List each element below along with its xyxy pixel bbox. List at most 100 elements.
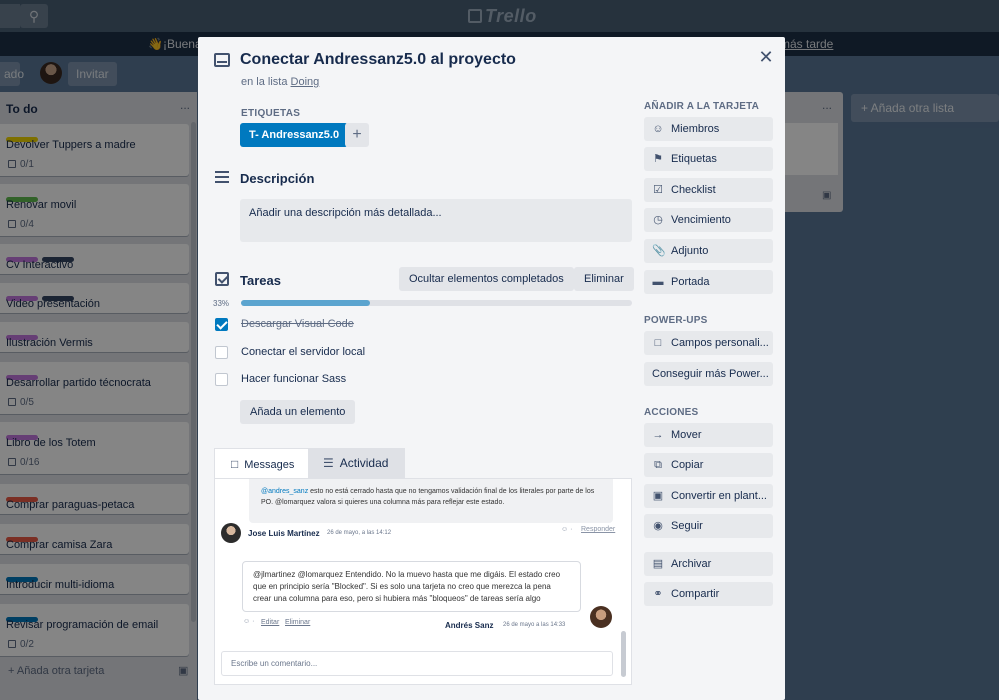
card-detail-modal: ✕ Conectar Andressanz5.0 al proyecto en … <box>198 37 785 700</box>
sidebar-button-mover[interactable]: → Mover <box>644 423 773 447</box>
progress-bar-fill <box>241 300 371 306</box>
copy-icon: ⧉ <box>654 459 662 471</box>
sidebar-button-label: Compartir <box>671 588 720 600</box>
description-input[interactable]: Añadir una descripción más detallada... <box>240 199 632 242</box>
sidebar-button-label: Portada <box>671 276 710 288</box>
sidebar-button-vencimiento[interactable]: ◷ Vencimiento <box>644 208 773 232</box>
card-list-location: en la lista Doing <box>241 76 319 88</box>
tab-messages[interactable]: □ Messages <box>214 448 309 478</box>
card-title[interactable]: Conectar Andressanz5.0 al proyecto <box>240 51 516 69</box>
add-label-button[interactable]: + <box>345 123 369 147</box>
description-icon <box>215 171 229 186</box>
add-to-card-heading: AÑADIR A LA TARJETA <box>644 101 760 112</box>
sidebar-button-seguir[interactable]: ◉ Seguir <box>644 514 773 538</box>
tag-icon: ⚑ <box>653 153 663 165</box>
comments-scrollbar[interactable] <box>621 631 626 677</box>
checklist-checkbox[interactable] <box>215 346 228 359</box>
comment-text: esto no está cerrado hasta que no tengam… <box>261 488 595 506</box>
person-icon: ☺ <box>652 123 664 135</box>
tab-activity[interactable]: ☰ Actividad <box>309 448 405 478</box>
template-icon: ▣ <box>652 490 664 502</box>
sidebar-button-miembros[interactable]: ☺ Miembros <box>644 117 773 141</box>
eye-icon: ◉ <box>653 520 663 532</box>
sidebar-button-etiquetas[interactable]: ⚑ Etiquetas <box>644 147 773 171</box>
comment-author: Jose Luis Martínez <box>248 529 320 538</box>
sidebar-button-adjunto[interactable]: 📎 Adjunto <box>644 239 773 263</box>
card-icon <box>214 53 230 67</box>
checklist-item-text[interactable]: Conectar el servidor local <box>241 346 365 358</box>
progress-bar <box>241 300 632 306</box>
checklist-item[interactable]: Descargar Visual Code <box>215 316 515 334</box>
avatar <box>221 523 241 543</box>
hide-completed-button[interactable]: Ocultar elementos completados <box>399 267 574 291</box>
sidebar-button-label: Etiquetas <box>671 153 717 165</box>
comments-panel: @andres_sanz esto no está cerrado hasta … <box>214 478 632 685</box>
comment-author: Andrés Sanz <box>445 621 494 630</box>
powerups-heading: POWER-UPS <box>644 315 708 326</box>
sidebar-button-conseguir-m-s-power[interactable]: Conseguir más Power... <box>644 362 773 386</box>
sidebar-button-compartir[interactable]: ⚭ Compartir <box>644 582 773 606</box>
reaction-icon[interactable]: ☺ · <box>243 618 254 625</box>
list-link[interactable]: Doing <box>291 76 320 88</box>
sidebar-button-convertir-en-plant[interactable]: ▣ Convertir en plant... <box>644 484 773 508</box>
progress-percent: 33% <box>213 299 230 308</box>
comment-input[interactable]: Escribe un comentario... <box>221 651 613 676</box>
comment-tabs: □ Messages ☰ Actividad <box>214 448 631 478</box>
sidebar-button-campos-personali[interactable]: □ Campos personali... <box>644 331 773 355</box>
checklist-icon <box>215 272 229 286</box>
delete-comment-link[interactable]: Eliminar <box>285 619 310 626</box>
comment-bubble: @jlmartinez @lomarquez Entendido. No la … <box>242 561 581 612</box>
checklist-item[interactable]: Conectar el servidor local <box>215 344 515 362</box>
checklist-checkbox[interactable] <box>215 318 228 331</box>
checklist-item[interactable]: Hacer funcionar Sass <box>215 371 515 389</box>
sidebar-button-label: Miembros <box>671 123 720 135</box>
add-checklist-item-button[interactable]: Añada un elemento <box>240 400 356 424</box>
sidebar-button-label: Checklist <box>671 184 716 196</box>
card-label[interactable]: T- Andressanz5.0 <box>240 123 349 147</box>
clock-icon: ◷ <box>653 214 663 226</box>
sidebar-button-label: Adjunto <box>671 245 709 257</box>
sidebar-button-label: Campos personali... <box>671 337 769 349</box>
folder-icon: □ <box>654 337 662 349</box>
message-icon: □ <box>231 457 239 471</box>
sidebar-button-label: Mover <box>671 429 702 441</box>
description-heading: Descripción <box>240 171 315 186</box>
sidebar-button-label: Conseguir más Power... <box>652 368 769 380</box>
sidebar-button-checklist[interactable]: ☑ Checklist <box>644 178 773 202</box>
sidebar-button-copiar[interactable]: ⧉ Copiar <box>644 453 773 477</box>
cover-icon: ▬ <box>652 276 664 288</box>
mention[interactable]: @andres_sanz <box>261 488 308 495</box>
close-icon[interactable]: ✕ <box>754 45 778 69</box>
comment-bubble: @andres_sanz esto no está cerrado hasta … <box>249 479 613 523</box>
actions-heading: ACCIONES <box>644 407 699 418</box>
labels-heading: ETIQUETAS <box>241 108 301 119</box>
checklist-title[interactable]: Tareas <box>240 273 281 288</box>
arrow-right-icon: → <box>652 429 664 441</box>
sidebar-button-label: Vencimiento <box>671 214 731 226</box>
paperclip-icon: 📎 <box>652 245 666 257</box>
checklist-checkbox[interactable] <box>215 373 228 386</box>
sidebar-button-label: Convertir en plant... <box>671 490 767 502</box>
comment-date: 26 de mayo a las 14:33 <box>503 622 566 628</box>
sidebar-button-archivar[interactable]: ▤ Archivar <box>644 552 773 576</box>
checklist-item-text[interactable]: Descargar Visual Code <box>241 318 354 330</box>
sidebar-button-label: Archivar <box>671 558 712 570</box>
reaction-icon[interactable]: ☺ · <box>561 526 572 533</box>
sidebar-button-portada[interactable]: ▬ Portada <box>644 270 773 294</box>
tab-messages-label: Messages <box>244 459 295 471</box>
avatar <box>590 606 612 628</box>
reply-link[interactable]: Responder <box>581 526 615 533</box>
plus-icon: + <box>352 126 362 143</box>
sidebar-button-label: Copiar <box>671 459 704 471</box>
share-icon: ⚭ <box>653 588 663 600</box>
sidebar-button-label: Seguir <box>671 520 703 532</box>
checklist-item-text[interactable]: Hacer funcionar Sass <box>241 373 346 385</box>
edit-comment-link[interactable]: Editar <box>261 619 279 626</box>
archive-icon: ▤ <box>652 558 664 570</box>
comment-date: 26 de mayo, a las 14:12 <box>327 530 392 536</box>
checklist-icon: ☑ <box>653 184 663 196</box>
in-list-prefix: en la lista <box>241 76 291 88</box>
list-icon: ☰ <box>323 456 334 470</box>
tab-activity-label: Actividad <box>339 456 389 470</box>
delete-checklist-button[interactable]: Eliminar <box>574 267 634 291</box>
